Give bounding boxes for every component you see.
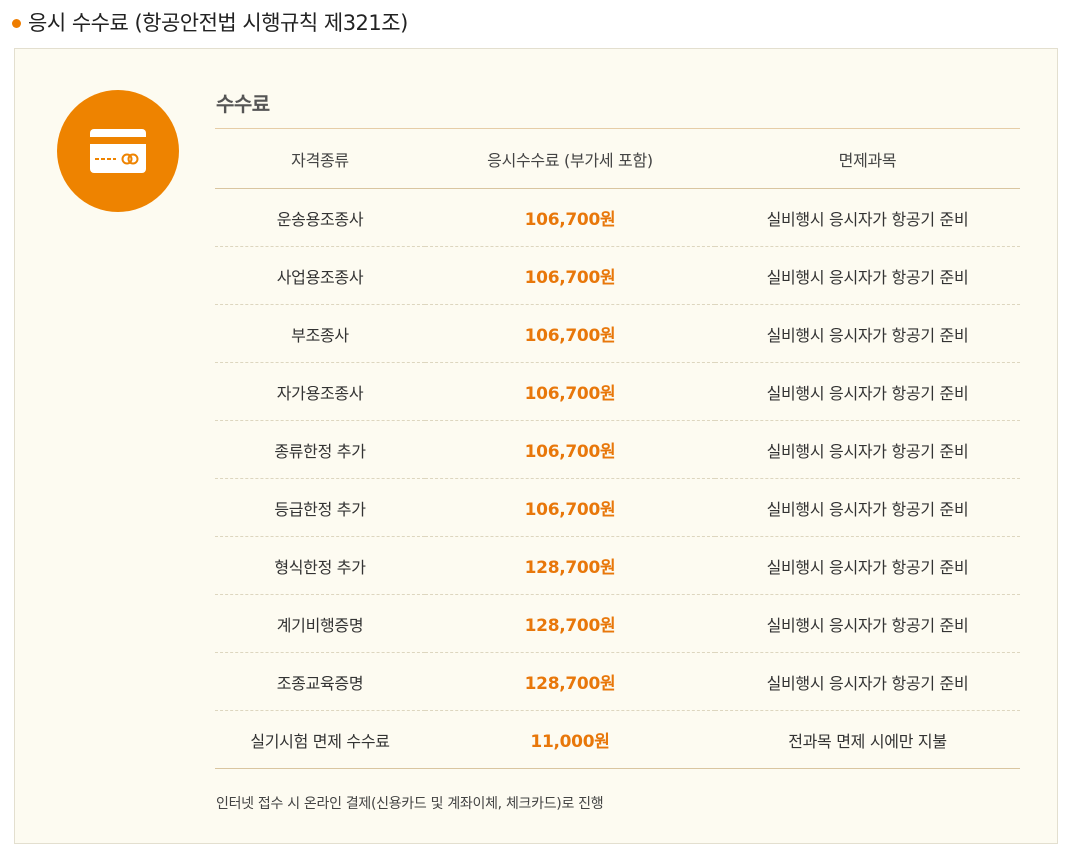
fee-cell: 106,700원 — [425, 478, 715, 537]
exempt-cell: 전과목 면제 시에만 지불 — [715, 710, 1020, 769]
table-row: 형식한정 추가 128,700원 실비행시 응시자가 항공기 준비 — [215, 536, 1020, 595]
fee-content: 수수료 자격종류 응시수수료 (부가세 포함) 면제과목 운송용조종사 106,… — [215, 91, 1020, 813]
fee-cell: 128,700원 — [425, 652, 715, 711]
license-type-cell: 실기시험 면제 수수료 — [215, 710, 425, 769]
license-type-cell: 조종교육증명 — [215, 652, 425, 711]
exempt-cell: 실비행시 응시자가 항공기 준비 — [715, 420, 1020, 479]
table-row: 종류한정 추가 106,700원 실비행시 응시자가 항공기 준비 — [215, 420, 1020, 479]
table-row: 사업용조종사 106,700원 실비행시 응시자가 항공기 준비 — [215, 246, 1020, 305]
table-row: 자가용조종사 106,700원 실비행시 응시자가 항공기 준비 — [215, 362, 1020, 421]
header-exam-fee: 응시수수료 (부가세 포함) — [425, 129, 715, 189]
fee-cell: 106,700원 — [425, 246, 715, 305]
fee-panel: 수수료 자격종류 응시수수료 (부가세 포함) 면제과목 운송용조종사 106,… — [14, 48, 1058, 844]
exempt-cell: 실비행시 응시자가 항공기 준비 — [715, 652, 1020, 711]
license-type-cell: 자가용조종사 — [215, 362, 425, 421]
license-type-cell: 형식한정 추가 — [215, 536, 425, 595]
license-type-cell: 사업용조종사 — [215, 246, 425, 305]
header-exempt-subject: 면제과목 — [715, 129, 1020, 189]
table-row: 계기비행증명 128,700원 실비행시 응시자가 항공기 준비 — [215, 594, 1020, 653]
section-heading: 응시 수수료 (항공안전법 시행규칙 제321조) — [12, 8, 408, 36]
exempt-cell: 실비행시 응시자가 항공기 준비 — [715, 478, 1020, 537]
header-license-type: 자격종류 — [215, 129, 425, 189]
table-row: 조종교육증명 128,700원 실비행시 응시자가 항공기 준비 — [215, 652, 1020, 711]
exempt-cell: 실비행시 응시자가 항공기 준비 — [715, 188, 1020, 247]
fee-cell: 106,700원 — [425, 304, 715, 363]
table-header-row: 자격종류 응시수수료 (부가세 포함) 면제과목 — [215, 129, 1020, 189]
exempt-cell: 실비행시 응시자가 항공기 준비 — [715, 362, 1020, 421]
license-type-cell: 종류한정 추가 — [215, 420, 425, 479]
exempt-cell: 실비행시 응시자가 항공기 준비 — [715, 304, 1020, 363]
fee-cell: 128,700원 — [425, 536, 715, 595]
license-type-cell: 계기비행증명 — [215, 594, 425, 653]
fee-cell: 106,700원 — [425, 188, 715, 247]
license-type-cell: 운송용조종사 — [215, 188, 425, 247]
table-row: 실기시험 면제 수수료 11,000원 전과목 면제 시에만 지불 — [215, 710, 1020, 769]
section-title: 수수료 — [215, 91, 1020, 129]
table-row: 등급한정 추가 106,700원 실비행시 응시자가 항공기 준비 — [215, 478, 1020, 537]
fee-table: 자격종류 응시수수료 (부가세 포함) 면제과목 운송용조종사 106,700원… — [215, 129, 1020, 769]
exempt-cell: 실비행시 응시자가 항공기 준비 — [715, 536, 1020, 595]
fee-cell: 106,700원 — [425, 420, 715, 479]
license-type-cell: 부조종사 — [215, 304, 425, 363]
exempt-cell: 실비행시 응시자가 항공기 준비 — [715, 594, 1020, 653]
table-row: 운송용조종사 106,700원 실비행시 응시자가 항공기 준비 — [215, 188, 1020, 247]
fee-cell: 106,700원 — [425, 362, 715, 421]
table-row: 부조종사 106,700원 실비행시 응시자가 항공기 준비 — [215, 304, 1020, 363]
payment-note: 인터넷 접수 시 온라인 결제(신용카드 및 계좌이체, 체크카드)로 진행 — [216, 796, 604, 812]
fee-cell: 128,700원 — [425, 594, 715, 653]
exempt-cell: 실비행시 응시자가 항공기 준비 — [715, 246, 1020, 305]
credit-card-badge — [57, 90, 179, 212]
bullet-dot-icon — [12, 18, 21, 28]
heading-text: 응시 수수료 (항공안전법 시행규칙 제321조) — [28, 11, 408, 35]
fee-cell: 11,000원 — [425, 710, 715, 769]
credit-card-icon — [90, 129, 146, 173]
license-type-cell: 등급한정 추가 — [215, 478, 425, 537]
